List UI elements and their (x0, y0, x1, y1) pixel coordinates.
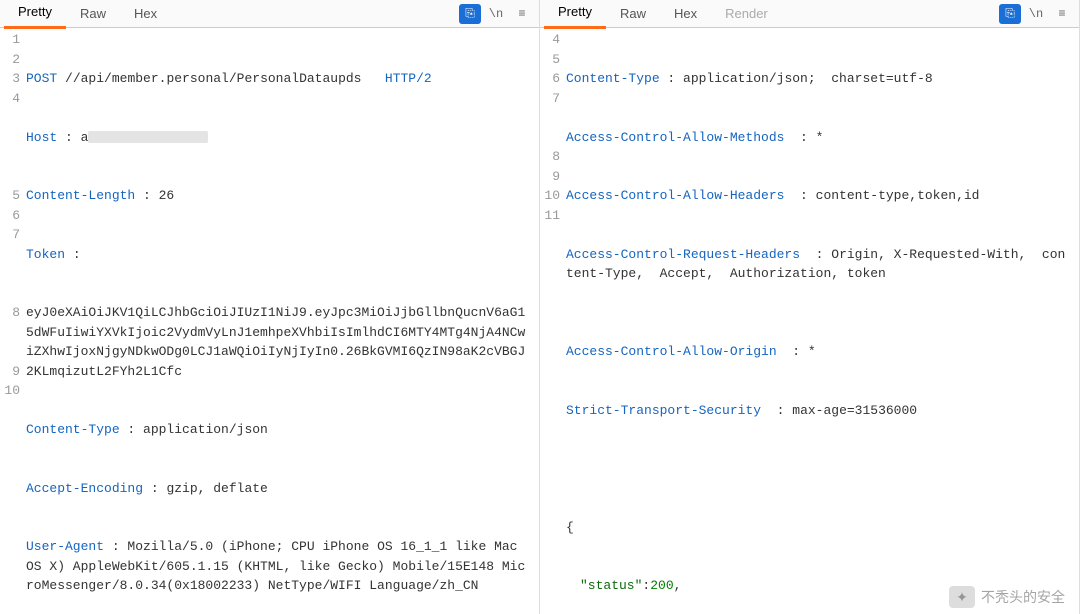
tab-label: Hex (134, 6, 157, 21)
request-gutter: 1234 567 8 910 (0, 28, 24, 614)
newline-icon[interactable]: \n (1025, 4, 1047, 24)
request-pane: Pretty Raw Hex ⎘ \n ≡ 1234 567 8 910 POS… (0, 0, 540, 614)
resp-acam-key: Access-Control-Allow-Methods (566, 130, 784, 145)
tab-hex[interactable]: Hex (120, 0, 171, 27)
actions-icon[interactable]: ⎘ (459, 4, 481, 24)
hamburger-icon[interactable]: ≡ (511, 4, 533, 24)
header-accept-encoding-key: Accept-Encoding (26, 481, 143, 496)
header-host-key: Host (26, 130, 57, 145)
resp-sts-key: Strict-Transport-Security (566, 403, 761, 418)
resp-acrh-key: Access-Control-Request-Headers (566, 247, 800, 262)
header-token-key: Token (26, 247, 65, 262)
header-accept-encoding-value: gzip, deflate (166, 481, 267, 496)
json-status-value: 200 (650, 578, 673, 593)
http-proto: HTTP/2 (385, 71, 432, 86)
resp-content-type-key: Content-Type (566, 71, 660, 86)
tab-label: Pretty (18, 4, 52, 19)
header-content-length-value: 26 (159, 188, 175, 203)
header-content-length-key: Content-Length (26, 188, 135, 203)
tab-label: Raw (80, 6, 106, 21)
http-path: //api/member.personal/PersonalDataupds (65, 71, 361, 86)
header-content-type-key: Content-Type (26, 422, 120, 437)
tab-raw[interactable]: Raw (66, 0, 120, 27)
http-method: POST (26, 71, 57, 86)
response-gutter: 4567 891011 (540, 28, 564, 614)
tab-pretty[interactable]: Pretty (544, 0, 606, 29)
tab-render[interactable]: Render (711, 0, 782, 27)
response-tabbar: Pretty Raw Hex Render ⎘ \n ≡ (540, 0, 1079, 28)
tab-label: Pretty (558, 4, 592, 19)
hamburger-icon[interactable]: ≡ (1051, 4, 1073, 24)
tab-label: Hex (674, 6, 697, 21)
request-tabbar: Pretty Raw Hex ⎘ \n ≡ (0, 0, 539, 28)
tab-raw[interactable]: Raw (606, 0, 660, 27)
actions-icon[interactable]: ⎘ (999, 4, 1021, 24)
header-host-value-prefix: a (81, 130, 89, 145)
response-content: 4567 891011 Content-Type : application/j… (540, 28, 1079, 614)
request-content: 1234 567 8 910 POST //api/member.persona… (0, 28, 539, 614)
tab-label: Raw (620, 6, 646, 21)
tab-pretty[interactable]: Pretty (4, 0, 66, 29)
resp-acah-key: Access-Control-Allow-Headers (566, 188, 784, 203)
resp-acao-key: Access-Control-Allow-Origin (566, 344, 777, 359)
response-pane: Pretty Raw Hex Render ⎘ \n ≡ 4567 891011… (540, 0, 1080, 614)
tab-label: Render (725, 6, 768, 21)
header-user-agent-key: User-Agent (26, 539, 104, 554)
resp-acao-value: * (808, 344, 816, 359)
header-token-value: eyJ0eXAiOiJKV1QiLCJhbGciOiJIUzI1NiJ9.eyJ… (26, 305, 525, 379)
newline-icon[interactable]: \n (485, 4, 507, 24)
tab-hex[interactable]: Hex (660, 0, 711, 27)
resp-acah-value: content-type,token,id (816, 188, 980, 203)
redacted-host (88, 131, 208, 143)
header-content-type-value: application/json (143, 422, 268, 437)
resp-acam-value: * (816, 130, 824, 145)
resp-sts-value: max-age=31536000 (792, 403, 917, 418)
response-code[interactable]: Content-Type : application/json; charset… (564, 28, 1079, 614)
resp-content-type-value: application/json; charset=utf-8 (683, 71, 933, 86)
request-code[interactable]: POST //api/member.personal/PersonalDatau… (24, 28, 539, 614)
json-status-key: "status" (580, 578, 642, 593)
